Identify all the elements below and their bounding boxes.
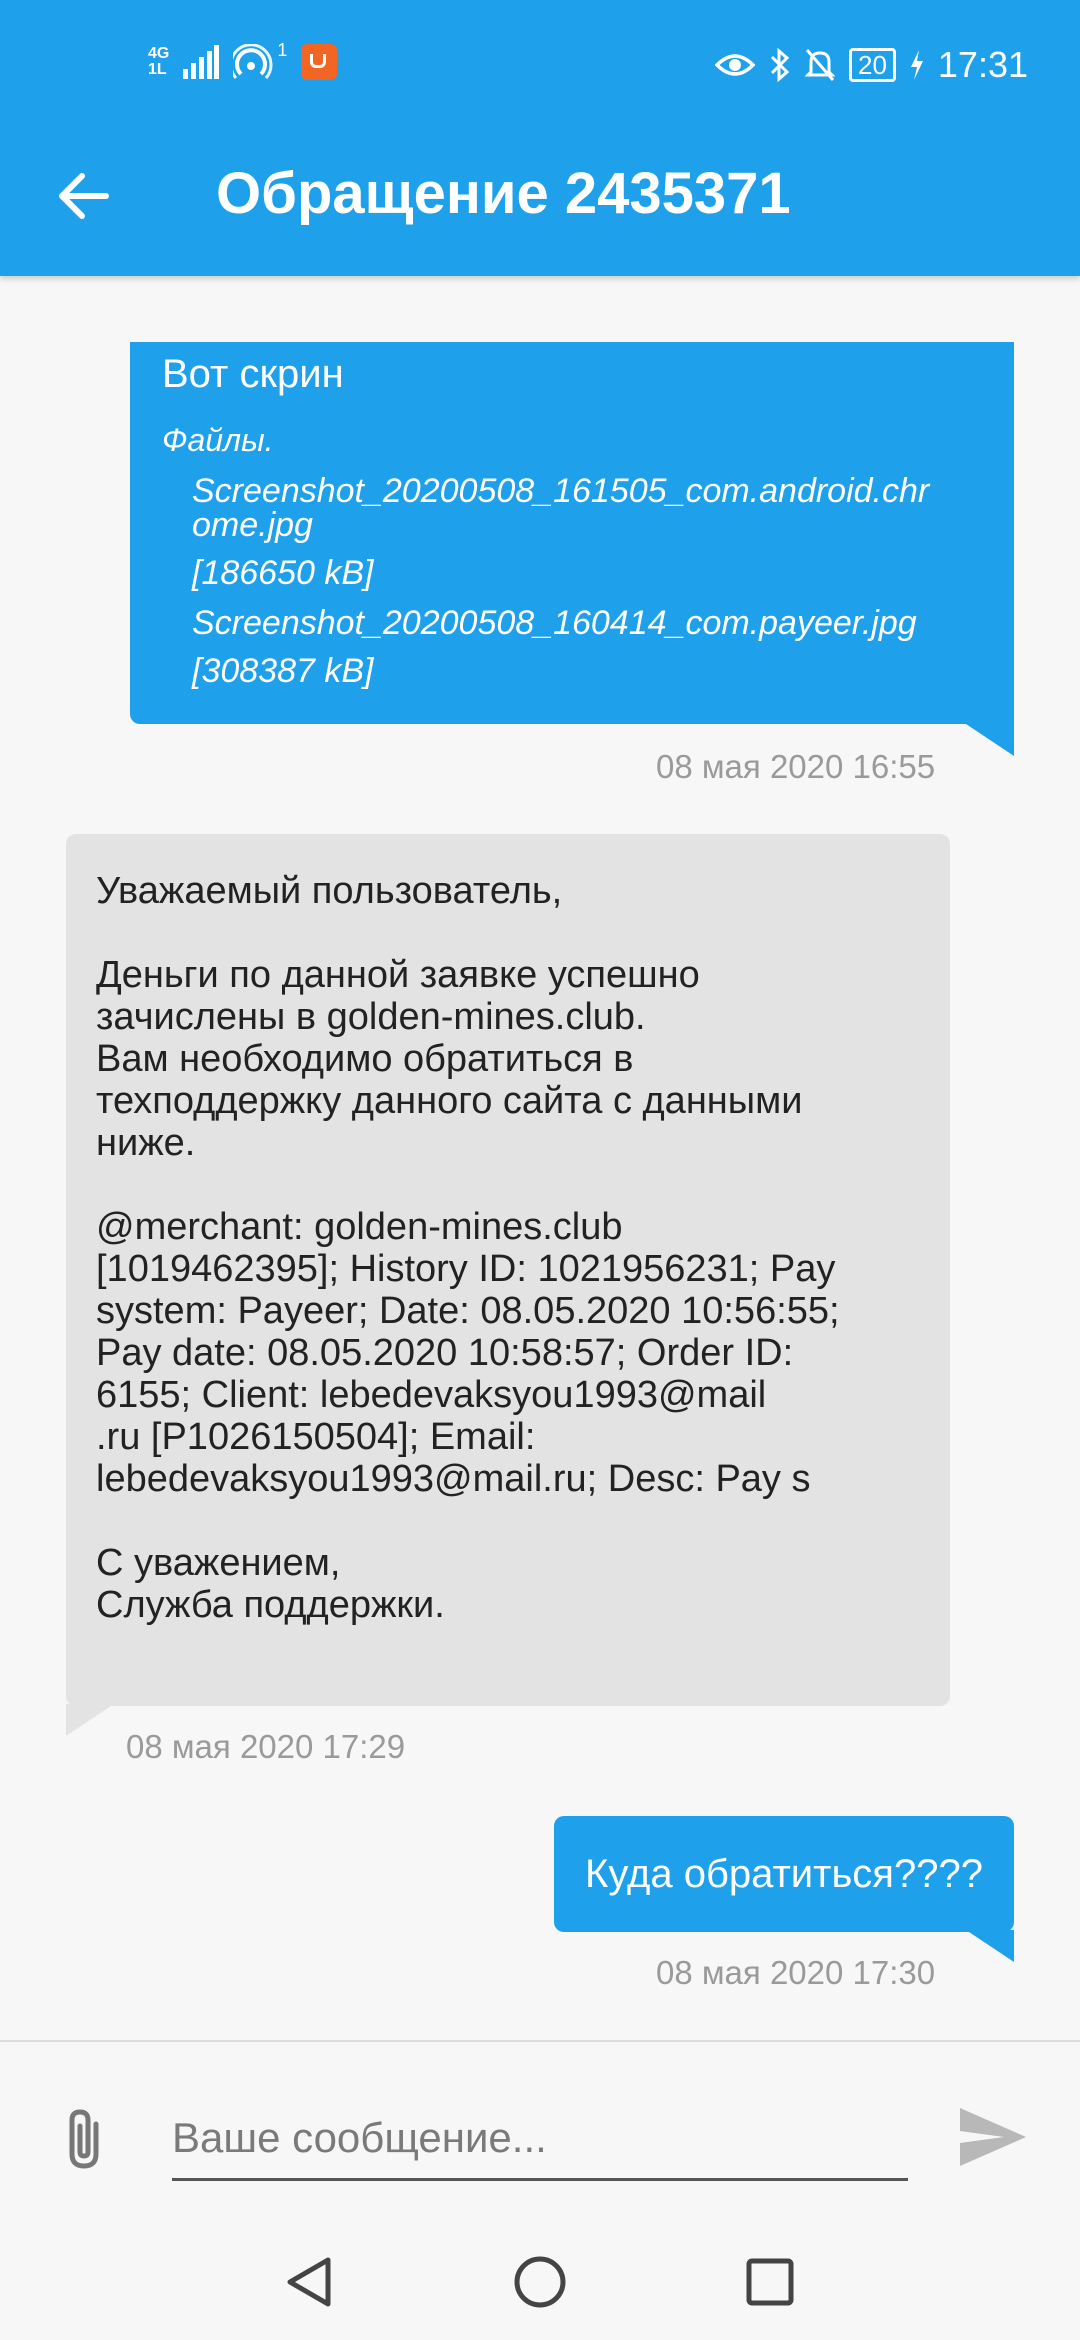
message-text: Уважаемый пользователь, Деньги по данной… bbox=[96, 870, 840, 1626]
files-label: Файлы. bbox=[162, 422, 274, 458]
battery-indicator: 20 bbox=[848, 48, 896, 82]
status-time: 17:31 bbox=[937, 44, 1028, 85]
file-size: [186650 kB] bbox=[192, 554, 374, 592]
status-right: 20 17:31 bbox=[714, 44, 1028, 86]
page-title: Обращение 2435371 bbox=[216, 161, 791, 226]
hotspot-badge: 1 bbox=[277, 39, 288, 60]
mute-icon bbox=[804, 49, 835, 81]
nav-recents-icon[interactable] bbox=[740, 2252, 800, 2312]
file-link[interactable]: Screenshot_20200508_160414_com.payeer.jp… bbox=[192, 604, 917, 643]
status-bar: 4G 1L 1 20 17:31 bbox=[0, 0, 1080, 130]
message-timestamp: 08 мая 2020 16:55 bbox=[656, 748, 936, 785]
send-icon[interactable] bbox=[958, 2106, 1028, 2168]
message-input-wrapper bbox=[172, 2102, 908, 2181]
network-type-bottom: 1L bbox=[148, 61, 167, 78]
hotspot-icon bbox=[233, 44, 273, 79]
app-bar: Обращение 2435371 bbox=[0, 130, 1080, 276]
file-link-continued[interactable]: ome.jpg bbox=[192, 506, 313, 545]
message-input[interactable] bbox=[172, 2102, 908, 2174]
message-timestamp: 08 мая 2020 17:30 bbox=[656, 1954, 936, 1991]
paperclip-icon[interactable] bbox=[58, 2106, 114, 2172]
message-timestamp: 08 мая 2020 17:29 bbox=[126, 1728, 406, 1765]
network-type-top: 4G bbox=[148, 45, 170, 62]
signal-icon bbox=[183, 45, 220, 79]
message-bubble-incoming[interactable]: Уважаемый пользователь, Деньги по данной… bbox=[66, 834, 950, 1706]
back-arrow-icon[interactable] bbox=[54, 166, 114, 226]
network-type: 4G 1L bbox=[148, 46, 169, 78]
app-notification-icon bbox=[301, 44, 338, 80]
bluetooth-icon bbox=[770, 48, 790, 82]
top-bar: 4G 1L 1 20 17:31 Обращение 2435371 bbox=[0, 0, 1080, 276]
status-left: 4G 1L 1 bbox=[148, 40, 338, 80]
bubble-tail bbox=[966, 1930, 1014, 1962]
nav-home-icon[interactable] bbox=[510, 2252, 570, 2312]
eye-comfort-icon bbox=[714, 54, 755, 76]
file-size: [308387 kB] bbox=[192, 652, 374, 690]
bubble-tail bbox=[966, 724, 1014, 756]
message-bubble-outgoing[interactable]: Вот скрин Файлы. Screenshot_20200508_161… bbox=[130, 342, 1014, 724]
charging-icon bbox=[910, 50, 923, 80]
message-text: Куда обратиться???? bbox=[585, 1851, 983, 1896]
bubble-tail bbox=[66, 1704, 114, 1736]
message-text: Вот скрин bbox=[162, 352, 344, 396]
nav-back-icon[interactable] bbox=[280, 2252, 340, 2312]
message-composer bbox=[0, 2040, 1080, 2228]
message-bubble-outgoing[interactable]: Куда обратиться???? bbox=[554, 1816, 1014, 1932]
system-nav-bar bbox=[0, 2226, 1080, 2340]
